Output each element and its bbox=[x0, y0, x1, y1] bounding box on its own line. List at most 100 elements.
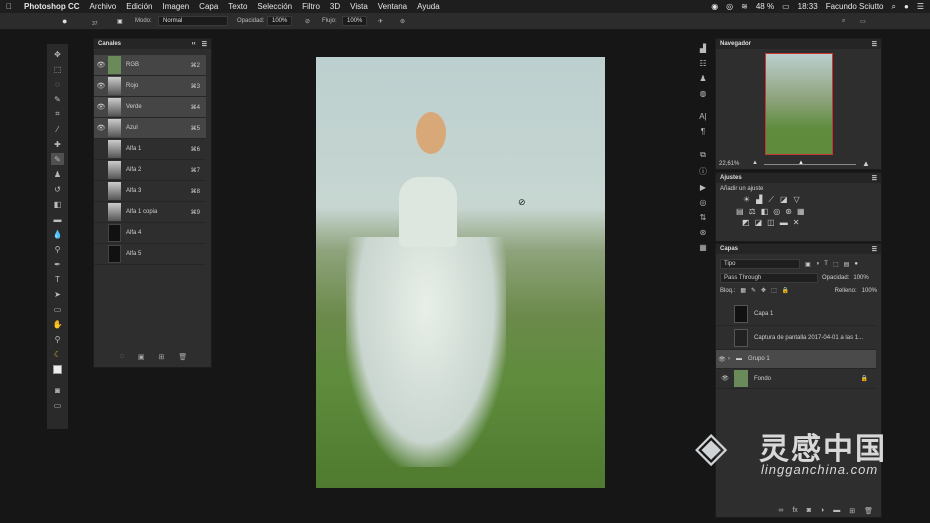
app-menu[interactable]: Photoshop CC bbox=[24, 2, 80, 11]
mask-icon[interactable]: ◙ bbox=[807, 507, 811, 515]
brush-tool-icon[interactable]: ✎ bbox=[51, 153, 64, 165]
canvas-image[interactable]: ⊘ bbox=[316, 57, 605, 488]
banana-icon[interactable]: ☾ bbox=[51, 348, 64, 360]
navigator-thumbnail[interactable] bbox=[765, 53, 833, 155]
shape-tool-icon[interactable]: ▭ bbox=[51, 303, 64, 315]
bw-icon[interactable]: ◧ bbox=[761, 207, 769, 216]
quick-mask-icon[interactable]: ◙ bbox=[51, 384, 64, 396]
channel-row-alfa-3[interactable]: Alfa 3 ⌘8 bbox=[94, 181, 206, 202]
color-swatches-icon[interactable] bbox=[51, 363, 64, 375]
grid-icon[interactable]: ▦ bbox=[699, 243, 707, 252]
flow-field[interactable]: 100% bbox=[342, 16, 368, 26]
channel-row-azul[interactable]: 👁 Azul ⌘5 bbox=[94, 118, 206, 139]
brush-preset-icon[interactable]: ● bbox=[62, 16, 67, 26]
layer-row-captura[interactable]: Captura de pantalla 2017-04-01 a las 1..… bbox=[716, 326, 876, 350]
adjustment-layer-icon[interactable]: ◑ bbox=[820, 507, 824, 515]
color-balance-icon[interactable]: ⚖ bbox=[749, 207, 756, 216]
brush-panel-icon[interactable]: ▣ bbox=[117, 18, 123, 25]
lock-transparent-icon[interactable]: ▦ bbox=[740, 287, 746, 294]
channel-row-alfa-5[interactable]: Alfa 5 bbox=[94, 244, 206, 265]
channel-row-alfa-2[interactable]: Alfa 2 ⌘7 bbox=[94, 160, 206, 181]
channel-row-alfa-1[interactable]: Alfa 1 ⌘6 bbox=[94, 139, 206, 160]
zoom-tool-icon[interactable]: ⚲ bbox=[51, 333, 64, 345]
airbrush-icon[interactable]: ✈ bbox=[378, 18, 383, 25]
clone-source-icon[interactable]: ⧉ bbox=[700, 150, 706, 160]
timeline-icon[interactable]: ⇅ bbox=[700, 213, 707, 222]
filter-smart-icon[interactable]: ▤ bbox=[844, 261, 850, 268]
new-channel-icon[interactable]: ⊞ bbox=[159, 353, 165, 361]
fx-icon[interactable]: fx bbox=[792, 507, 797, 515]
eye-icon[interactable]: 👁 bbox=[94, 103, 108, 111]
levels-icon[interactable]: ▟ bbox=[756, 195, 762, 205]
eraser-tool-icon[interactable]: ◧ bbox=[51, 198, 64, 210]
color-lookup-icon[interactable]: ▦ bbox=[797, 207, 805, 216]
actions-icon[interactable]: ▶ bbox=[700, 183, 706, 192]
hand-tool-icon[interactable]: ✋ bbox=[51, 318, 64, 330]
path-select-tool-icon[interactable]: ➤ bbox=[51, 288, 64, 300]
menu-archivo[interactable]: Archivo bbox=[90, 2, 117, 11]
eye-icon[interactable]: 👁 bbox=[716, 375, 734, 382]
eye-icon[interactable]: 👁 bbox=[94, 61, 108, 69]
collapse-icon[interactable]: ‹‹ bbox=[192, 41, 196, 47]
siri-icon[interactable]: ● bbox=[904, 2, 909, 11]
threshold-icon[interactable]: ◫ bbox=[767, 218, 775, 227]
layers-title[interactable]: Capas bbox=[720, 246, 738, 252]
filter-pixel-icon[interactable]: ▣ bbox=[805, 261, 811, 268]
save-selection-icon[interactable]: ▣ bbox=[138, 353, 145, 361]
menu-seleccion[interactable]: Selección bbox=[257, 2, 292, 11]
menu-texto[interactable]: Texto bbox=[228, 2, 247, 11]
zoom-slider-thumb[interactable]: ▲ bbox=[798, 160, 804, 166]
sphere-icon[interactable]: ◍ bbox=[700, 89, 707, 98]
channel-row-alfa-1-copia[interactable]: Alfa 1 copia ⌘9 bbox=[94, 202, 206, 223]
layer-row-grupo-1[interactable]: 👁 › ▬ Grupo 1 bbox=[716, 350, 876, 369]
user-name[interactable]: Facundo Sciutto bbox=[826, 2, 884, 11]
panel-menu-icon[interactable]: ☰ bbox=[872, 41, 877, 48]
link-icon[interactable]: ∞ bbox=[778, 507, 783, 515]
lasso-tool-icon[interactable]: ◌ bbox=[51, 78, 64, 90]
menu-capa[interactable]: Capa bbox=[199, 2, 218, 11]
filter-adjust-icon[interactable]: ◑ bbox=[816, 261, 820, 267]
menu-3d[interactable]: 3D bbox=[330, 2, 340, 11]
screen-mode-icon[interactable]: ▭ bbox=[51, 399, 64, 411]
history-brush-icon[interactable]: ↺ bbox=[51, 183, 64, 195]
layer-filter-select[interactable]: Tipo bbox=[720, 259, 800, 269]
panel-menu-icon[interactable]: ☰ bbox=[202, 41, 207, 48]
menu-ventana[interactable]: Ventana bbox=[378, 2, 407, 11]
crop-tool-icon[interactable]: ⌗ bbox=[51, 108, 64, 120]
pressure-opacity-icon[interactable]: ⊘ bbox=[305, 18, 310, 25]
menu-ayuda[interactable]: Ayuda bbox=[417, 2, 440, 11]
blur-tool-icon[interactable]: 💧 bbox=[51, 228, 64, 240]
eye-icon[interactable]: 👁 bbox=[94, 82, 108, 90]
eye-icon[interactable]: 👁 bbox=[716, 356, 728, 363]
new-layer-icon[interactable]: ⊞ bbox=[849, 507, 855, 515]
selective-color-icon[interactable]: ✕ bbox=[793, 218, 800, 227]
channel-row-verde[interactable]: 👁 Verde ⌘4 bbox=[94, 97, 206, 118]
properties-icon[interactable]: ☷ bbox=[699, 59, 706, 68]
move-tool-icon[interactable]: ✥ bbox=[51, 48, 64, 60]
lock-artboard-icon[interactable]: ⬚ bbox=[771, 287, 777, 294]
gradient-map-icon[interactable]: ▬ bbox=[780, 218, 788, 227]
swatches-icon[interactable]: ⊛ bbox=[700, 228, 707, 237]
stamp-tool-icon[interactable]: ♟ bbox=[51, 168, 64, 180]
quick-select-tool-icon[interactable]: ✎ bbox=[51, 93, 64, 105]
filter-shape-icon[interactable]: ⬚ bbox=[833, 261, 839, 268]
menu-filtro[interactable]: Filtro bbox=[302, 2, 320, 11]
type-tool-icon[interactable]: T bbox=[51, 273, 64, 285]
vibrance-icon[interactable]: ▽ bbox=[794, 195, 800, 205]
zoom-in-icon[interactable]: ▲ bbox=[862, 159, 870, 168]
expand-arrow-icon[interactable]: › bbox=[728, 356, 736, 362]
eyedropper-tool-icon[interactable]: ⁄ bbox=[51, 123, 64, 135]
layer-opacity-field[interactable]: 100% bbox=[853, 275, 868, 281]
zoom-out-icon[interactable]: ▲ bbox=[752, 160, 758, 166]
filter-type-icon[interactable]: T bbox=[824, 261, 828, 267]
panel-menu-icon[interactable]: ☰ bbox=[872, 175, 877, 182]
3d-icon[interactable]: ◎ bbox=[700, 198, 707, 207]
menu-imagen[interactable]: Imagen bbox=[162, 2, 189, 11]
trash-icon[interactable]: 🗑 bbox=[864, 507, 873, 515]
curves-icon[interactable]: ⟋ bbox=[768, 195, 774, 205]
info-icon[interactable]: ⓘ bbox=[699, 166, 707, 177]
battery-icon[interactable]: ▭ bbox=[782, 2, 790, 11]
stamp-icon[interactable]: ♟ bbox=[699, 74, 706, 83]
channels-title[interactable]: Canales bbox=[98, 41, 121, 47]
trash-icon[interactable]: 🗑 bbox=[178, 353, 187, 361]
